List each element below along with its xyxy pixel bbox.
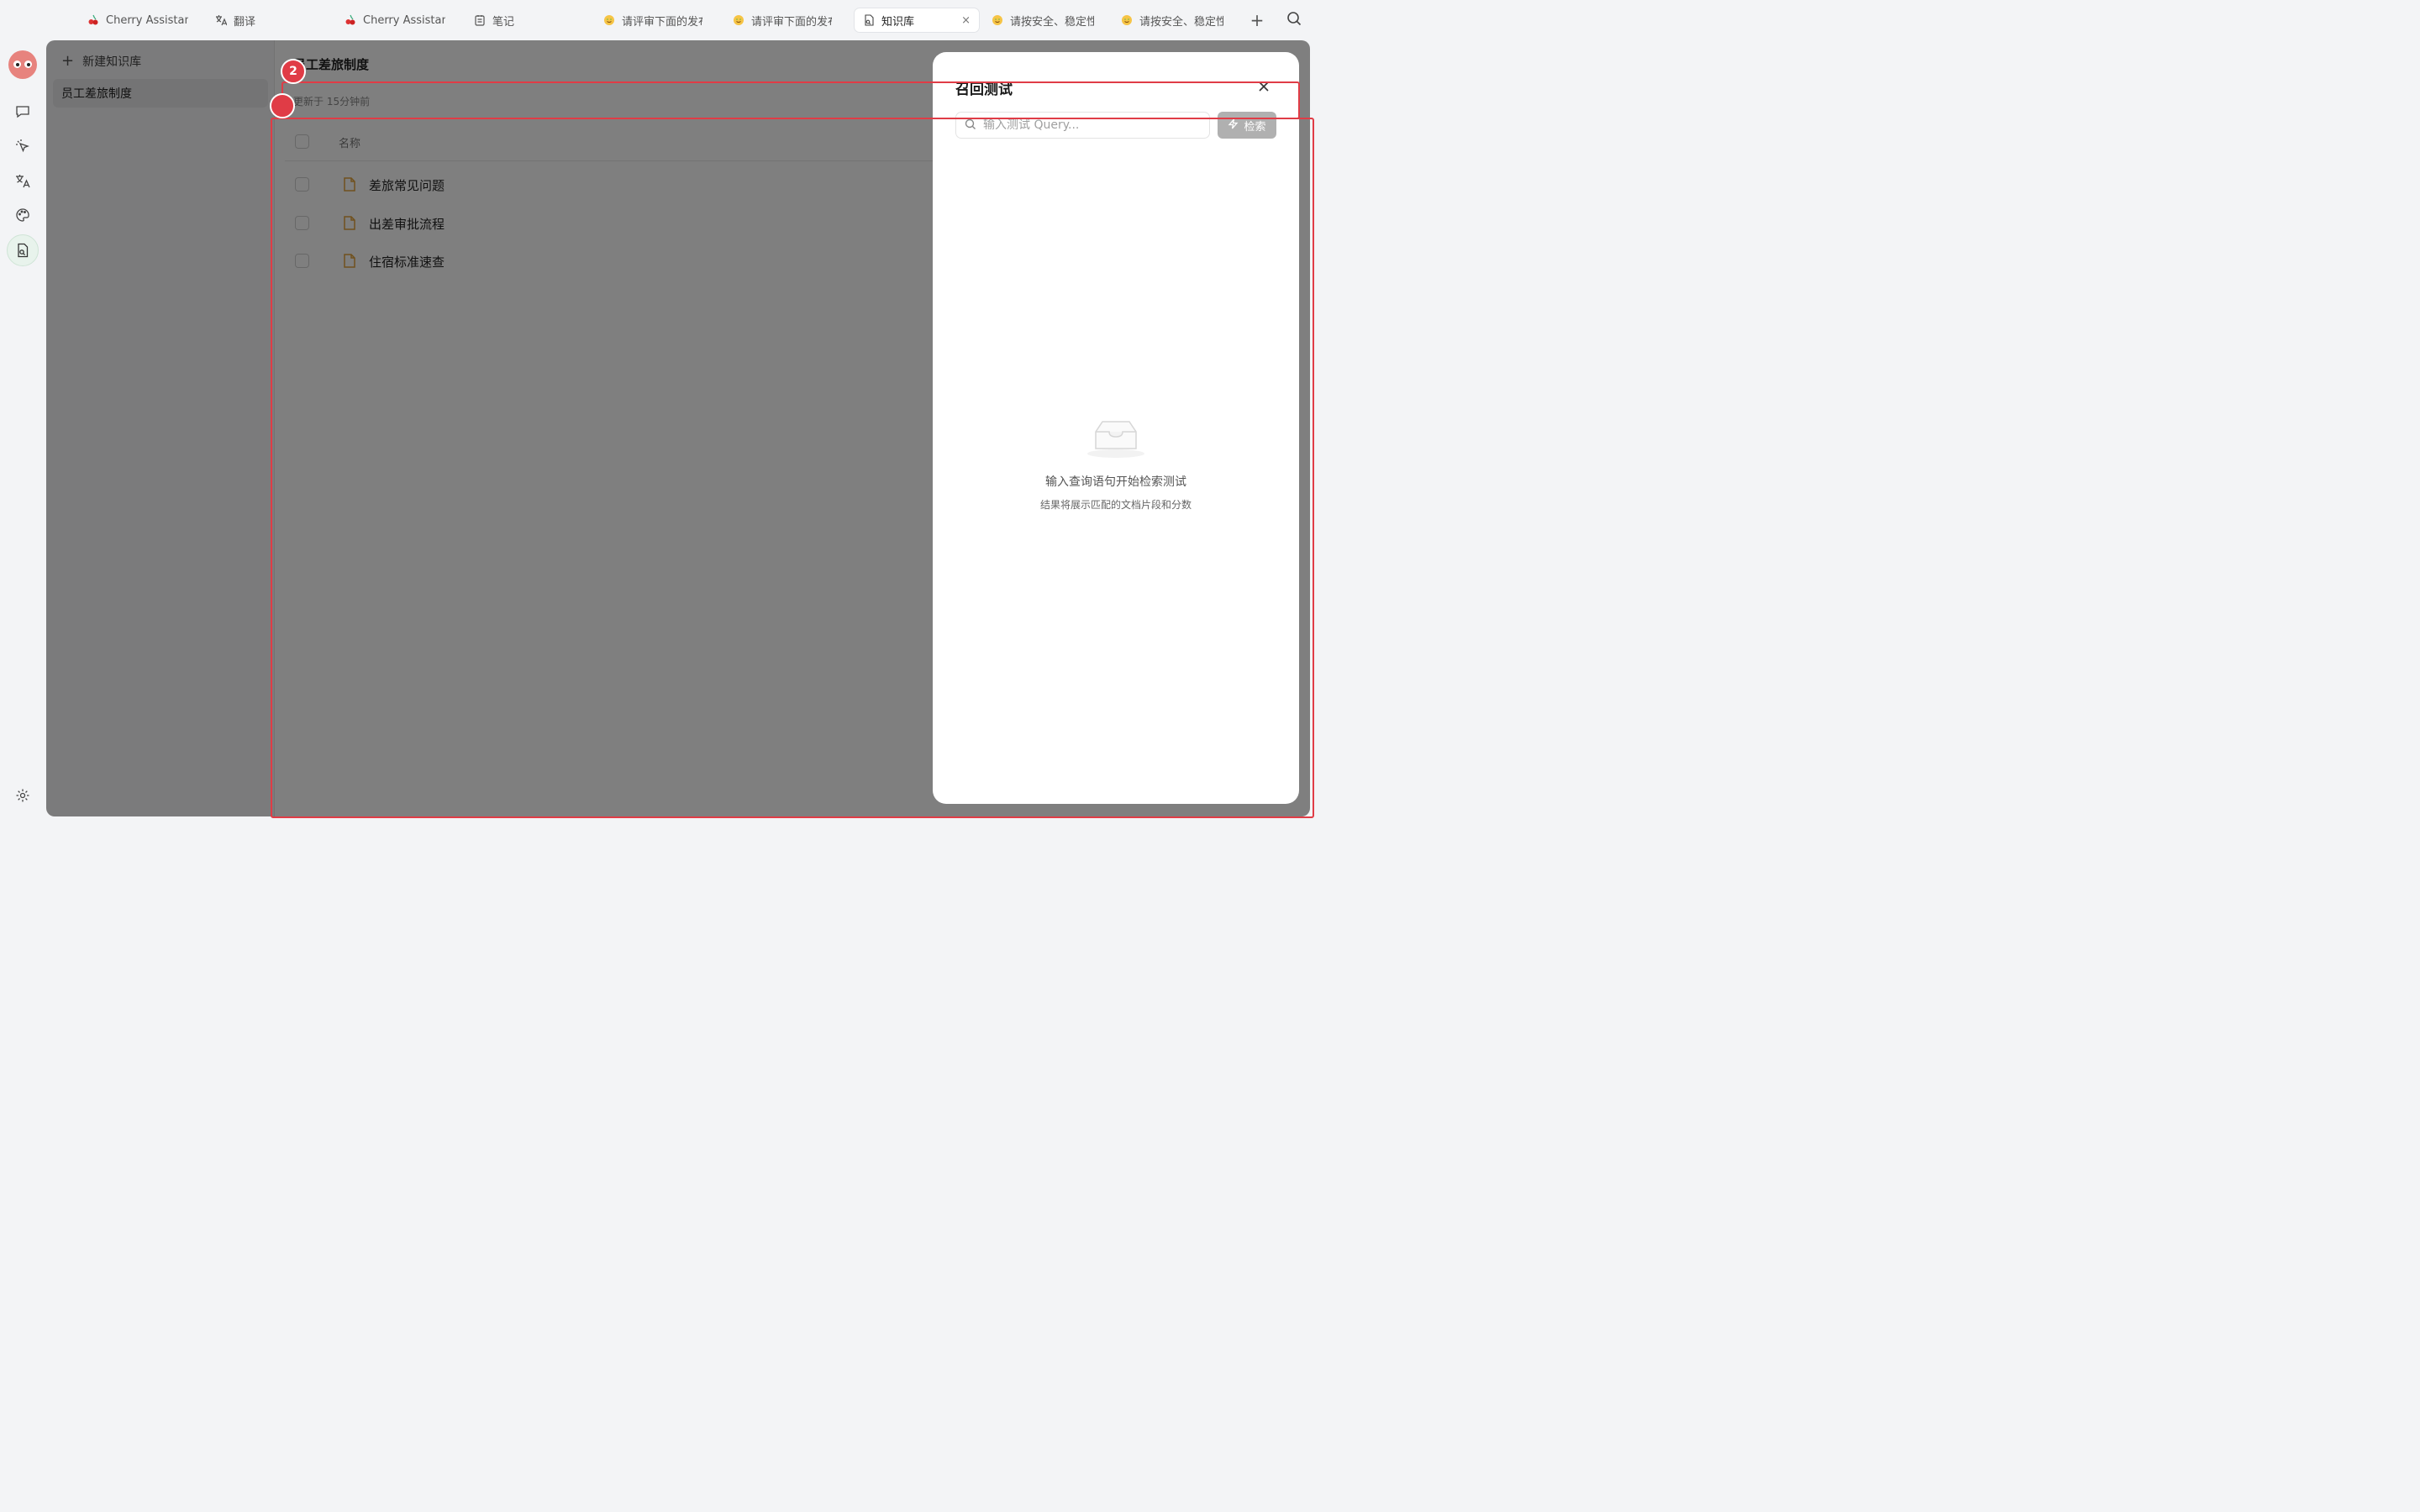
tab-label: 翻译 bbox=[234, 15, 256, 29]
cherry-icon bbox=[345, 14, 356, 26]
tab-notes[interactable]: 笔记 bbox=[466, 8, 558, 33]
tab-knowledge-base[interactable]: 知识库 × bbox=[854, 8, 980, 33]
cherry-icon bbox=[87, 14, 99, 26]
tab-label: 请评审下面的发布 bbox=[622, 15, 702, 29]
tab-label: 请按安全、稳定性 bbox=[1139, 15, 1223, 29]
knowledge-icon bbox=[863, 14, 875, 26]
avatar[interactable] bbox=[8, 50, 37, 79]
tab-chat-review-1[interactable]: 请评审下面的发布 bbox=[595, 8, 711, 33]
tab-label: 请评审下面的发布 bbox=[751, 15, 832, 29]
annotation-badge: 2 bbox=[281, 59, 306, 84]
translate-icon[interactable] bbox=[7, 165, 39, 197]
smile-emoji-icon bbox=[733, 14, 744, 26]
tab-close-icon[interactable]: × bbox=[961, 14, 971, 27]
tab-label: Cherry Assistant bbox=[363, 13, 445, 27]
left-rail bbox=[0, 40, 46, 823]
tab-label: 请按安全、稳定性 bbox=[1010, 15, 1094, 29]
annotation-badge-partial bbox=[270, 93, 295, 118]
tab-chat-review-2[interactable]: 请评审下面的发布 bbox=[724, 8, 840, 33]
new-tab-button[interactable]: + bbox=[1247, 8, 1267, 32]
agent-cursor-icon[interactable] bbox=[7, 130, 39, 162]
tab-cherry-assistant-2[interactable]: Cherry Assistant bbox=[336, 8, 454, 33]
tab-chat-security-1[interactable]: 请按安全、稳定性 bbox=[983, 8, 1102, 33]
annotation-box-header bbox=[281, 81, 1300, 119]
smile-emoji-icon bbox=[992, 14, 1003, 26]
smile-emoji-icon bbox=[603, 14, 615, 26]
global-search-icon[interactable] bbox=[1286, 10, 1306, 30]
palette-icon[interactable] bbox=[7, 199, 39, 231]
tab-cherry-assistant-1[interactable]: Cherry Assistant bbox=[79, 8, 197, 33]
tab-chat-security-2[interactable]: 请按安全、稳定性 bbox=[1113, 8, 1232, 33]
chat-icon[interactable] bbox=[7, 96, 39, 128]
tab-label: Cherry Assistant bbox=[106, 13, 188, 27]
tab-bar: Cherry Assistant 翻译 Cherry Assistant 笔记 … bbox=[0, 0, 1318, 40]
tab-label: 笔记 bbox=[492, 15, 515, 29]
tab-label: 知识库 bbox=[881, 15, 915, 29]
smile-emoji-icon bbox=[1121, 14, 1133, 26]
notes-icon bbox=[474, 14, 486, 26]
tab-translate[interactable]: 翻译 bbox=[207, 8, 299, 33]
settings-gear-icon[interactable] bbox=[7, 780, 39, 811]
knowledge-base-icon[interactable] bbox=[7, 234, 39, 266]
translate-icon bbox=[215, 14, 227, 26]
annotation-box-content bbox=[271, 118, 1314, 818]
